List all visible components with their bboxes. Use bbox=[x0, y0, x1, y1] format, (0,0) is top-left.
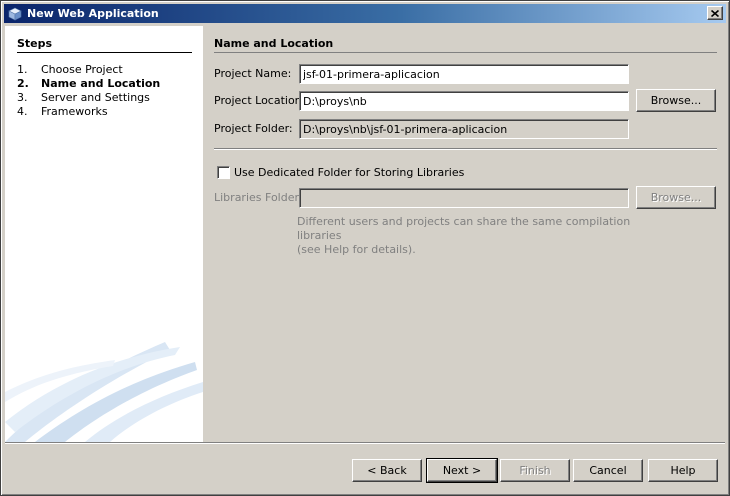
libraries-help-text: Different users and projects can share t… bbox=[297, 215, 637, 257]
dedicated-folder-checkbox[interactable] bbox=[217, 166, 230, 179]
project-folder-label: Project Folder: bbox=[214, 122, 293, 135]
section-divider bbox=[214, 148, 717, 150]
close-icon bbox=[711, 9, 719, 17]
libraries-folder-label: Libraries Folder: bbox=[214, 191, 303, 204]
step-number: 4. bbox=[17, 105, 28, 118]
title-bar[interactable]: New Web Application bbox=[4, 4, 726, 23]
wizard-button-row: < Back Next > Finish Cancel Help bbox=[1, 458, 730, 483]
step-item: 4. Frameworks bbox=[17, 105, 160, 119]
libraries-folder-input bbox=[299, 188, 629, 208]
project-name-input[interactable] bbox=[299, 64, 629, 84]
step-label: Server and Settings bbox=[41, 91, 150, 104]
dialog-window: New Web Application Steps 1. Choose Proj… bbox=[0, 0, 730, 496]
next-button[interactable]: Next > bbox=[426, 458, 498, 483]
browse-location-button[interactable]: Browse... bbox=[636, 89, 716, 112]
help-text-line: Different users and projects can share t… bbox=[297, 215, 631, 242]
finish-button: Finish bbox=[500, 459, 570, 482]
section-title: Name and Location bbox=[214, 37, 717, 53]
step-number: 2. bbox=[17, 77, 29, 90]
step-number: 3. bbox=[17, 91, 28, 104]
close-button[interactable] bbox=[707, 6, 723, 20]
step-label: Choose Project bbox=[41, 63, 123, 76]
project-folder-field bbox=[299, 119, 629, 139]
netbeans-cube-icon bbox=[7, 6, 23, 22]
dedicated-folder-label[interactable]: Use Dedicated Folder for Storing Librari… bbox=[234, 166, 464, 180]
project-location-input[interactable] bbox=[299, 91, 629, 111]
cancel-button[interactable]: Cancel bbox=[573, 459, 643, 482]
wizard-swoosh-decoration bbox=[5, 342, 203, 442]
step-number: 1. bbox=[17, 63, 28, 76]
steps-panel: Steps 1. Choose Project 2. Name and Loca… bbox=[5, 26, 203, 442]
step-item: 1. Choose Project bbox=[17, 63, 160, 77]
back-button[interactable]: < Back bbox=[352, 459, 422, 482]
browse-libraries-button: Browse... bbox=[636, 186, 716, 209]
project-name-label: Project Name: bbox=[214, 67, 292, 80]
steps-list: 1. Choose Project 2. Name and Location 3… bbox=[17, 63, 160, 119]
steps-heading: Steps bbox=[17, 37, 192, 53]
step-item: 3. Server and Settings bbox=[17, 91, 160, 105]
step-item-current: 2. Name and Location bbox=[17, 77, 160, 91]
footer-divider bbox=[5, 442, 725, 444]
step-label: Frameworks bbox=[41, 105, 108, 118]
help-button[interactable]: Help bbox=[648, 459, 718, 482]
help-text-line: (see Help for details). bbox=[297, 243, 416, 256]
project-location-label: Project Location: bbox=[214, 94, 306, 107]
window-title: New Web Application bbox=[27, 7, 159, 20]
main-content: Name and Location Project Name: Project … bbox=[214, 26, 717, 442]
step-label: Name and Location bbox=[41, 77, 161, 90]
